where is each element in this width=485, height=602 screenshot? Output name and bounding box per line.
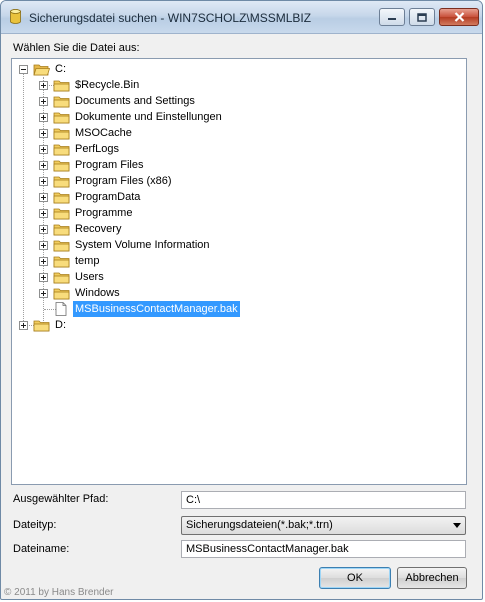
- file-select-prompt: Wählen Sie die Datei aus:: [13, 42, 140, 54]
- folder-label: ProgramData: [75, 191, 141, 203]
- tree-node-folder[interactable]: Dokumente und Einstellungen: [38, 109, 298, 125]
- tree-line: [23, 69, 24, 325]
- drive-label: C:: [55, 63, 66, 75]
- tree-node-folder[interactable]: Users: [38, 269, 298, 285]
- expand-toggle[interactable]: [39, 81, 48, 90]
- folder-label: MSOCache: [75, 127, 132, 139]
- tree-node-folder[interactable]: $Recycle.Bin: [38, 77, 298, 93]
- folder-icon: [53, 256, 70, 268]
- path-field[interactable]: C:\: [181, 491, 466, 509]
- database-icon: [10, 9, 21, 24]
- folder-label: Dokumente und Einstellungen: [75, 111, 222, 123]
- file-type-select[interactable]: Sicherungsdateien(*.bak;*.trn): [181, 516, 466, 535]
- maximize-button[interactable]: [409, 8, 435, 26]
- folder-icon: [53, 176, 70, 188]
- tree-node-drive-d[interactable]: D:: [18, 317, 138, 333]
- folder-label: System Volume Information: [75, 239, 210, 251]
- expand-toggle[interactable]: [19, 321, 28, 330]
- folder-label: Windows: [75, 287, 120, 299]
- expand-toggle[interactable]: [39, 225, 48, 234]
- folder-label: Users: [75, 271, 104, 283]
- path-label: Ausgewählter Pfad:: [13, 493, 109, 505]
- folder-icon: [53, 208, 70, 220]
- tree-node-folder[interactable]: Recovery: [38, 221, 298, 237]
- folder-label: Recovery: [75, 223, 122, 235]
- expand-toggle[interactable]: [39, 257, 48, 266]
- drive-icon: [33, 320, 50, 332]
- tree-node-folder[interactable]: Program Files: [38, 157, 298, 173]
- minimize-button[interactable]: [379, 8, 405, 26]
- tree-node-folder[interactable]: MSOCache: [38, 125, 298, 141]
- expand-toggle[interactable]: [39, 145, 48, 154]
- window-title: Sicherungsdatei suchen - WIN7SCHOLZ\MSSM…: [29, 11, 312, 25]
- collapse-toggle[interactable]: [19, 65, 28, 74]
- folder-icon: [53, 96, 70, 108]
- folder-label: temp: [75, 255, 100, 267]
- expand-toggle[interactable]: [39, 241, 48, 250]
- chevron-down-icon: [453, 523, 461, 528]
- folder-icon: [53, 192, 70, 204]
- cancel-button[interactable]: Abbrechen: [397, 567, 467, 589]
- folder-icon: [53, 160, 70, 172]
- file-type-value: Sicherungsdateien(*.bak;*.trn): [186, 519, 333, 531]
- title-bar[interactable]: Sicherungsdatei suchen - WIN7SCHOLZ\MSSM…: [1, 1, 482, 34]
- file-name-field[interactable]: MSBusinessContactManager.bak: [181, 540, 466, 558]
- tree-node-folder[interactable]: temp: [38, 253, 298, 269]
- folder-icon: [53, 224, 70, 236]
- tree-node-folder[interactable]: Documents and Settings: [38, 93, 298, 109]
- expand-toggle[interactable]: [39, 161, 48, 170]
- folder-label: Programme: [75, 207, 133, 219]
- maximize-icon: [417, 12, 427, 22]
- file-type-label: Dateityp:: [13, 519, 57, 531]
- tree-node-folder[interactable]: Program Files (x86): [38, 173, 298, 189]
- tree-node-folder[interactable]: Windows: [38, 285, 298, 301]
- expand-toggle[interactable]: [39, 129, 48, 138]
- folder-icon: [53, 240, 70, 252]
- file-icon: [55, 302, 67, 316]
- minimize-icon: [388, 18, 396, 20]
- folder-icon: [53, 80, 70, 92]
- expand-toggle[interactable]: [39, 193, 48, 202]
- tree-node-folder[interactable]: System Volume Information: [38, 237, 298, 253]
- drive-label: D:: [55, 319, 66, 331]
- folder-icon: [53, 272, 70, 284]
- tree-node-folder[interactable]: ProgramData: [38, 189, 298, 205]
- close-icon: [454, 12, 464, 22]
- copyright-notice: © 2011 by Hans Brender: [4, 587, 114, 598]
- tree-node-folder[interactable]: PerfLogs: [38, 141, 298, 157]
- expand-toggle[interactable]: [39, 97, 48, 106]
- tree-node-file[interactable]: MSBusinessContactManager.bak: [38, 301, 298, 317]
- file-tree[interactable]: C: $Recycle.Bin Documents and Settings D…: [11, 58, 467, 485]
- folder-icon: [53, 112, 70, 124]
- expand-toggle[interactable]: [39, 177, 48, 186]
- folder-icon: [53, 128, 70, 140]
- expand-toggle[interactable]: [39, 289, 48, 298]
- expand-toggle[interactable]: [39, 273, 48, 282]
- tree-node-drive-c[interactable]: C:: [18, 61, 138, 77]
- folder-label: Program Files (x86): [75, 175, 172, 187]
- tree-node-folder[interactable]: Programme: [38, 205, 298, 221]
- ok-button[interactable]: OK: [319, 567, 391, 589]
- expand-toggle[interactable]: [39, 209, 48, 218]
- folder-label: Program Files: [75, 159, 144, 171]
- file-name-label: Dateiname:: [13, 543, 70, 555]
- folder-label: Documents and Settings: [75, 95, 195, 107]
- close-button[interactable]: [439, 8, 479, 26]
- expand-toggle[interactable]: [39, 113, 48, 122]
- folder-label: PerfLogs: [75, 143, 120, 155]
- folder-label: $Recycle.Bin: [75, 79, 140, 91]
- folder-icon: [53, 144, 70, 156]
- dialog-window: Sicherungsdatei suchen - WIN7SCHOLZ\MSSM…: [0, 0, 483, 600]
- folder-icon: [53, 288, 70, 300]
- folder-open-icon: [33, 64, 50, 76]
- selected-file-label: MSBusinessContactManager.bak: [73, 301, 240, 317]
